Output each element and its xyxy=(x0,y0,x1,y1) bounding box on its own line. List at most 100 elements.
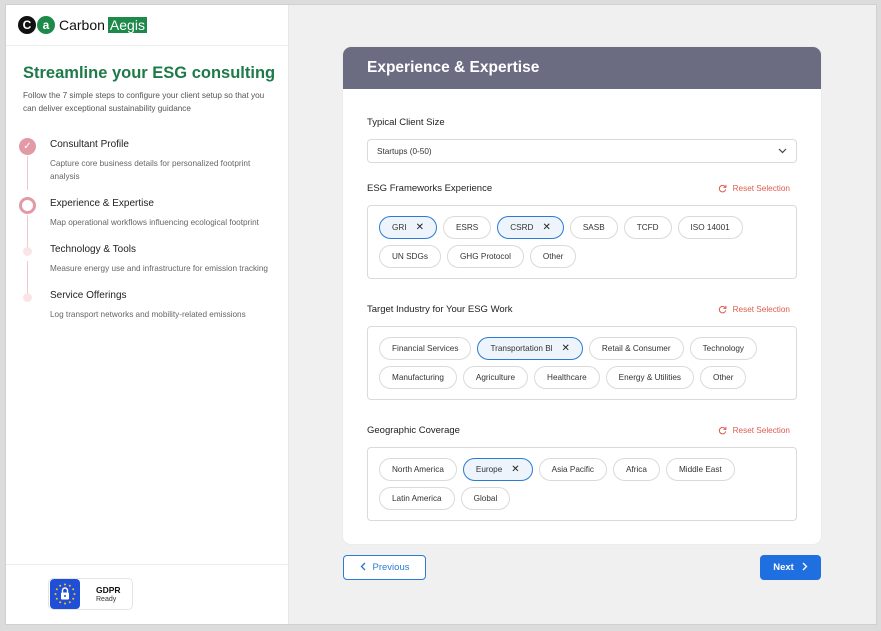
chip-label: Middle East xyxy=(678,465,722,474)
frameworks-label: ESG Frameworks Experience xyxy=(367,182,493,194)
form-card: Experience & Expertise Typical Client Si… xyxy=(343,47,821,544)
chevron-down-icon xyxy=(778,147,787,156)
option-chip[interactable]: Latin America xyxy=(379,487,455,510)
chip-label: Manufacturing xyxy=(392,373,444,382)
frameworks-reset-button[interactable]: Reset Selection xyxy=(718,184,790,193)
option-chip[interactable]: CSRD ✕ xyxy=(497,216,564,239)
chip-label: Retail & Consumer xyxy=(601,344,671,353)
checkmark-icon: ✓ xyxy=(19,138,36,155)
option-chip[interactable]: Global xyxy=(460,487,511,510)
sidebar-footer: GDPR Ready xyxy=(6,564,288,624)
chip-label: North America xyxy=(392,465,444,474)
step-title: Technology & Tools xyxy=(50,244,136,255)
option-chip[interactable]: North America xyxy=(379,458,457,481)
previous-label: Previous xyxy=(372,562,410,573)
step-service-offerings[interactable]: Service Offerings Log transport networks… xyxy=(19,289,281,321)
close-icon[interactable]: ✕ xyxy=(416,222,424,233)
geography-reset-button[interactable]: Reset Selection xyxy=(718,426,790,435)
option-chip[interactable]: Manufacturing xyxy=(379,366,457,389)
option-chip[interactable]: GHG Protocol xyxy=(446,245,524,268)
geography-chips: North America Europe ✕ Asia Pacific Africa Mi… xyxy=(367,447,797,521)
gdpr-title: GDPR xyxy=(96,584,121,595)
option-chip[interactable]: Europe ✕ xyxy=(462,458,533,481)
refresh-icon xyxy=(718,184,727,192)
option-chip[interactable]: Retail & Consumer xyxy=(588,337,684,360)
upcoming-step-icon xyxy=(19,289,36,306)
step-technology-tools[interactable]: Technology & Tools Measure energy use an… xyxy=(19,243,281,295)
industry-label: Target Industry for Your ESG Work xyxy=(367,303,513,315)
previous-button[interactable]: Previous xyxy=(343,555,426,580)
geography-section: Geographic Coverage Reset Selection Nort… xyxy=(367,423,797,521)
chip-label: Latin America xyxy=(392,494,442,503)
option-chip[interactable]: Healthcare xyxy=(534,366,600,389)
option-chip[interactable]: Africa xyxy=(613,458,660,481)
option-chip[interactable]: ISO 14001 xyxy=(677,216,743,239)
client-size-label: Typical Client Size xyxy=(367,116,445,128)
option-chip[interactable]: SASB xyxy=(569,216,618,239)
chip-label: GHG Protocol xyxy=(459,252,511,261)
option-chip[interactable]: TCFD xyxy=(623,216,672,239)
upcoming-step-icon xyxy=(19,243,36,260)
option-chip[interactable]: Other xyxy=(699,366,747,389)
chip-label: CSRD xyxy=(510,223,534,232)
sidebar-title: Streamline your ESG consulting xyxy=(23,64,276,82)
gdpr-subtitle: Ready xyxy=(96,595,117,603)
chip-label: ESRS xyxy=(455,223,479,232)
chip-label: Agriculture xyxy=(475,373,516,382)
chip-label: Transportation Bl xyxy=(490,344,553,353)
option-chip[interactable]: ESRS xyxy=(442,216,492,239)
chip-label: Financial Services xyxy=(392,344,459,353)
chip-label: GRI xyxy=(392,223,407,232)
chevron-left-icon xyxy=(360,562,366,574)
refresh-icon xyxy=(718,305,727,313)
chip-label: Europe xyxy=(475,465,503,474)
chip-label: UN SDGs xyxy=(392,252,428,261)
step-experience-expertise[interactable]: Experience & Expertise Map operational w… xyxy=(19,197,281,249)
chip-label: ISO 14001 xyxy=(690,223,730,232)
reset-label: Reset Selection xyxy=(732,304,790,314)
step-consultant-profile[interactable]: ✓ Consultant Profile Capture core busine… xyxy=(19,138,281,190)
option-chip[interactable]: UN SDGs xyxy=(379,245,441,268)
industry-section: Target Industry for Your ESG Work Reset … xyxy=(367,302,797,400)
option-chip[interactable]: GRI ✕ xyxy=(379,216,437,239)
chip-label: Energy & Utilities xyxy=(618,373,681,382)
logo-mark-a: a xyxy=(37,16,55,34)
logo-mark-c: C xyxy=(18,16,36,34)
option-chip[interactable]: Asia Pacific xyxy=(538,458,607,481)
chip-label: Other xyxy=(712,373,734,382)
option-chip[interactable]: Energy & Utilities xyxy=(605,366,694,389)
logo-text-carbon: Carbon xyxy=(59,17,105,33)
industry-reset-button[interactable]: Reset Selection xyxy=(718,305,790,314)
client-size-select[interactable]: Startups (0-50) xyxy=(367,139,797,163)
close-icon[interactable]: ✕ xyxy=(542,222,550,233)
reset-label: Reset Selection xyxy=(732,425,790,435)
chip-label: Global xyxy=(473,494,498,503)
step-description: Map operational workflows influencing ec… xyxy=(50,218,259,227)
step-connector xyxy=(27,156,28,190)
chip-label: Healthcare xyxy=(547,373,587,382)
client-size-value: Startups (0-50) xyxy=(377,146,432,156)
option-chip[interactable]: Other xyxy=(529,245,577,268)
next-button[interactable]: Next xyxy=(760,555,821,580)
chip-label: Africa xyxy=(626,465,647,474)
step-title: Consultant Profile xyxy=(50,139,129,150)
industry-chips: Financial Services Transportation Bl ✕ Reta… xyxy=(367,326,797,400)
option-chip[interactable]: Agriculture xyxy=(462,366,529,389)
logo-text-aegis: Aegis xyxy=(107,17,147,33)
app-window: C a Carbon Aegis Streamline your ESG con… xyxy=(5,4,877,625)
option-chip[interactable]: Financial Services xyxy=(379,337,472,360)
chip-label: SASB xyxy=(582,223,605,232)
option-chip[interactable]: Middle East xyxy=(665,458,735,481)
close-icon[interactable]: ✕ xyxy=(561,343,569,354)
option-chip[interactable]: Transportation Bl ✕ xyxy=(477,337,583,360)
option-chip[interactable]: Technology xyxy=(689,337,758,360)
client-size-section: Typical Client Size Startups (0-50) xyxy=(367,115,797,163)
step-title: Service Offerings xyxy=(50,290,127,301)
next-label: Next xyxy=(773,562,794,573)
close-icon[interactable]: ✕ xyxy=(511,464,519,475)
sidebar: C a Carbon Aegis Streamline your ESG con… xyxy=(6,5,289,624)
chevron-right-icon xyxy=(802,562,808,574)
main-content: Experience & Expertise Typical Client Si… xyxy=(289,5,876,624)
refresh-icon xyxy=(718,426,727,434)
logo[interactable]: C a Carbon Aegis xyxy=(6,5,288,46)
